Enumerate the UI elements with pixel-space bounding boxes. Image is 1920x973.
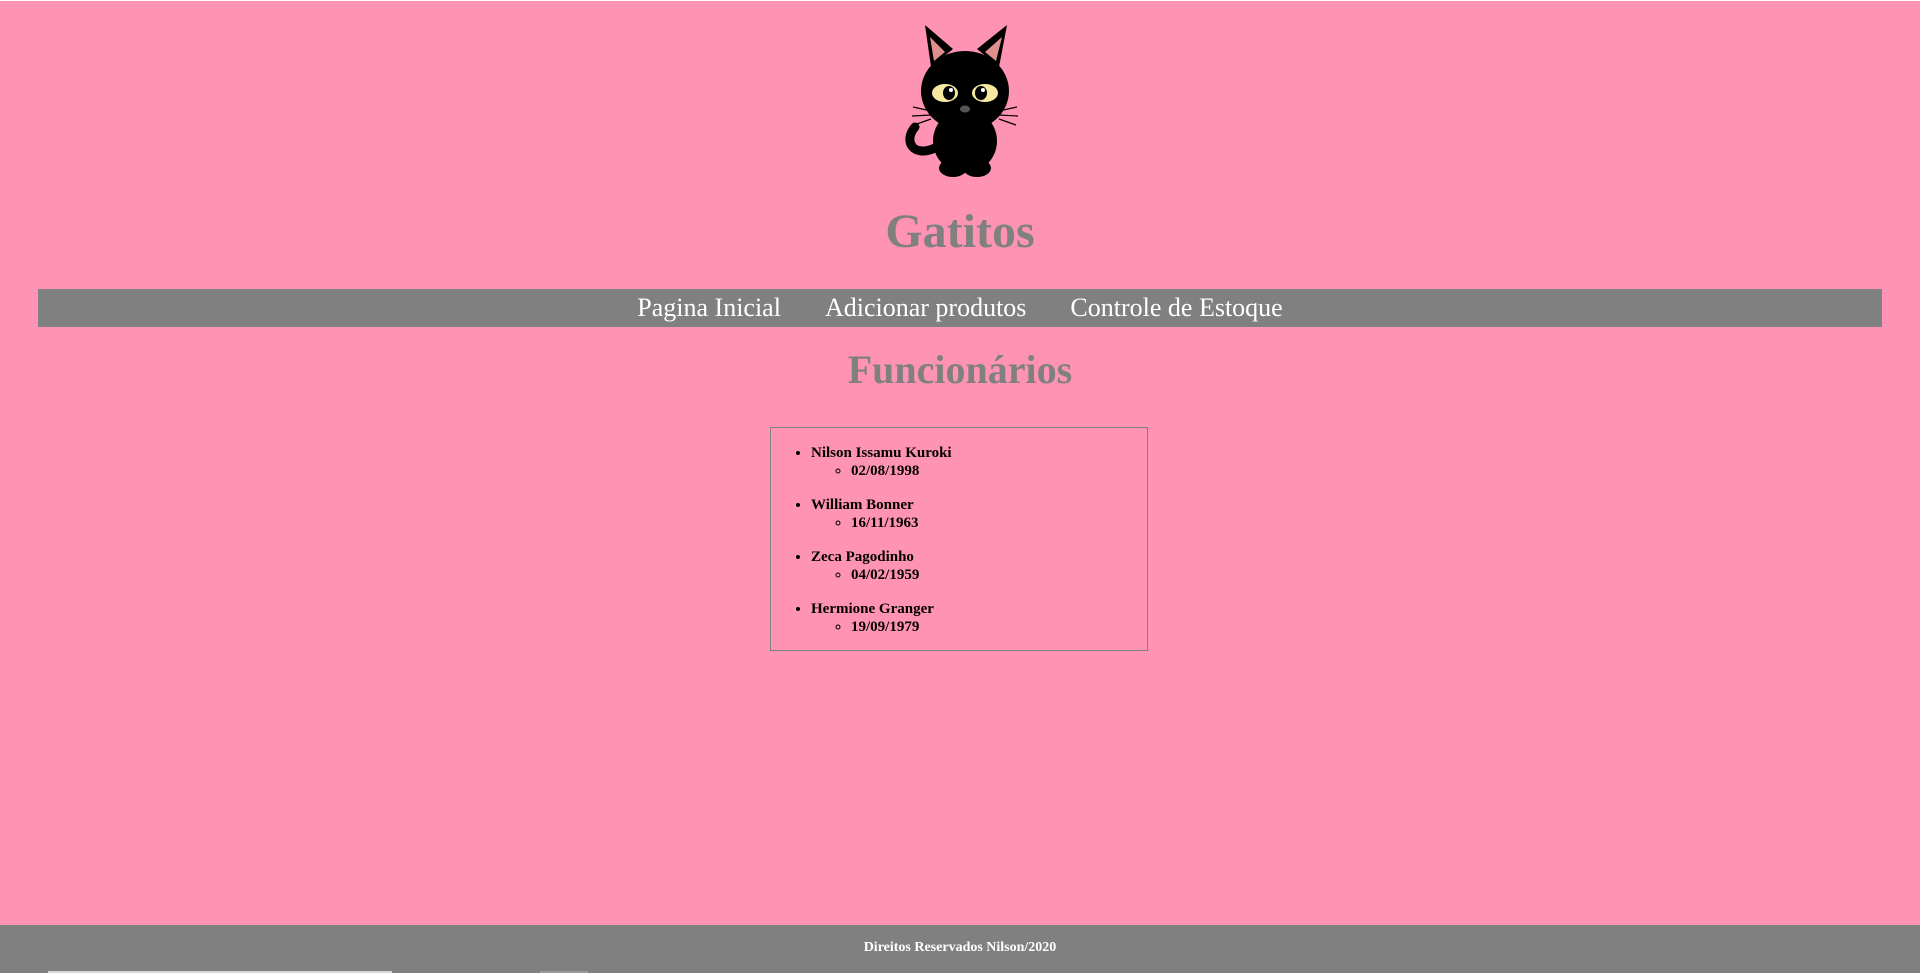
employee-name: William Bonner bbox=[811, 497, 914, 513]
site-title: Gatitos bbox=[885, 205, 1035, 258]
employee-details: 19/09/1979 bbox=[811, 618, 1147, 636]
logo bbox=[895, 23, 1025, 181]
list-item: William Bonner 16/11/1963 bbox=[811, 496, 1147, 532]
employee-name: Hermione Granger bbox=[811, 601, 934, 617]
list-item: Nilson Issamu Kuroki 02/08/1998 bbox=[811, 444, 1147, 480]
footer: Direitos Reservados Nilson/2020 bbox=[0, 925, 1920, 973]
main-nav: Pagina Inicial Adicionar produtos Contro… bbox=[38, 289, 1882, 327]
employee-details: 16/11/1963 bbox=[811, 514, 1147, 532]
employee-details: 04/02/1959 bbox=[811, 566, 1147, 584]
nav-link-adicionar-produtos[interactable]: Adicionar produtos bbox=[825, 289, 1026, 327]
list-item: Zeca Pagodinho 04/02/1959 bbox=[811, 548, 1147, 584]
employee-list-box: Nilson Issamu Kuroki 02/08/1998 William … bbox=[770, 427, 1148, 651]
footer-copyright: Direitos Reservados Nilson/2020 bbox=[863, 940, 1057, 955]
employee-birth-date: 02/08/1998 bbox=[851, 462, 1147, 480]
employee-birth-date: 19/09/1979 bbox=[851, 618, 1147, 636]
section-title: Funcionários bbox=[847, 347, 1073, 392]
employee-details: 02/08/1998 bbox=[811, 462, 1147, 480]
black-cat-icon bbox=[905, 25, 1019, 177]
list-item: Hermione Granger 19/09/1979 bbox=[811, 600, 1147, 636]
employee-birth-date: 04/02/1959 bbox=[851, 566, 1147, 584]
nav-link-controle-estoque[interactable]: Controle de Estoque bbox=[1070, 289, 1282, 327]
employee-name: Zeca Pagodinho bbox=[811, 549, 914, 565]
employee-list: Nilson Issamu Kuroki 02/08/1998 William … bbox=[771, 444, 1147, 636]
employee-name: Nilson Issamu Kuroki bbox=[811, 445, 952, 461]
employee-birth-date: 16/11/1963 bbox=[851, 514, 1147, 532]
top-border bbox=[0, 0, 1920, 1]
nav-link-pagina-inicial[interactable]: Pagina Inicial bbox=[637, 289, 781, 327]
